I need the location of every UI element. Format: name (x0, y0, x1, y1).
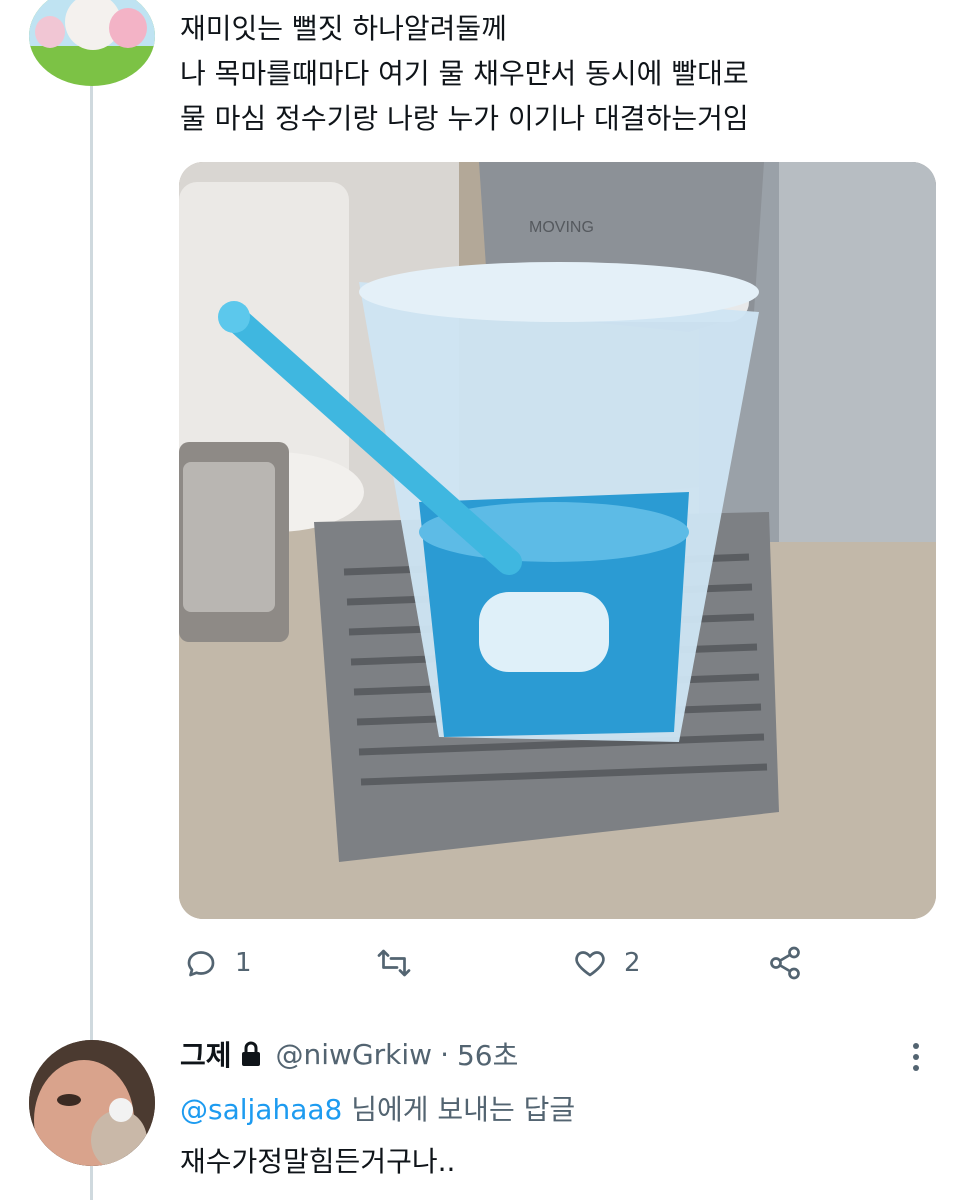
like-action[interactable]: 2 (572, 945, 641, 981)
separator-dot: · (440, 1037, 449, 1071)
tweet-actions: 1 2 (0, 945, 963, 985)
share-action[interactable] (767, 945, 803, 981)
tweet-line: 나 목마를때마다 여기 물 채우먄서 동시에 빨대로 (180, 57, 749, 90)
reply-action[interactable]: 1 (183, 945, 252, 981)
reply-avatar[interactable] (29, 1040, 155, 1166)
share-icon (770, 946, 800, 980)
tweet-text: 재미잇는 뻘짓 하나알려둘께 나 목마를때마다 여기 물 채우먄서 동시에 빨대… (180, 6, 749, 141)
avatar[interactable] (29, 0, 155, 86)
like-count: 2 (624, 948, 641, 978)
avatar-plush-left (35, 16, 65, 48)
reply-author-handle[interactable]: @niwGrkiw (276, 1038, 433, 1071)
replying-to: @saljahaa8 님에게 보내는 답글 (180, 1088, 575, 1128)
replying-suffix: 님에게 보내는 답글 (342, 1093, 576, 1126)
lock-icon (240, 1041, 262, 1067)
reply-author-name[interactable]: 그제 (180, 1034, 232, 1074)
tweet-line: 재미잇는 뻘짓 하나알려둘께 (180, 12, 507, 45)
tweet-line: 물 마심 정수기랑 나랑 누가 이기나 대결하는거임 (180, 102, 749, 135)
more-icon[interactable] (904, 1040, 928, 1074)
retweet-icon (377, 949, 411, 977)
reply-text: 재수가정말힘든거구나.. (180, 1145, 456, 1178)
retweet-action[interactable] (376, 945, 428, 981)
photo-label: MOVING (529, 219, 594, 236)
reply-header: 그제 @niwGrkiw · 56초 (180, 1034, 518, 1074)
avatar-plush-right (109, 8, 147, 48)
tweet-photo[interactable]: MOVING (179, 162, 936, 919)
reply-icon (187, 951, 215, 977)
thread-line (90, 86, 93, 1200)
replying-mention[interactable]: @saljahaa8 (180, 1093, 342, 1126)
reply-count: 1 (235, 948, 252, 978)
heart-icon (575, 951, 605, 977)
reply-timestamp[interactable]: 56초 (457, 1034, 518, 1074)
